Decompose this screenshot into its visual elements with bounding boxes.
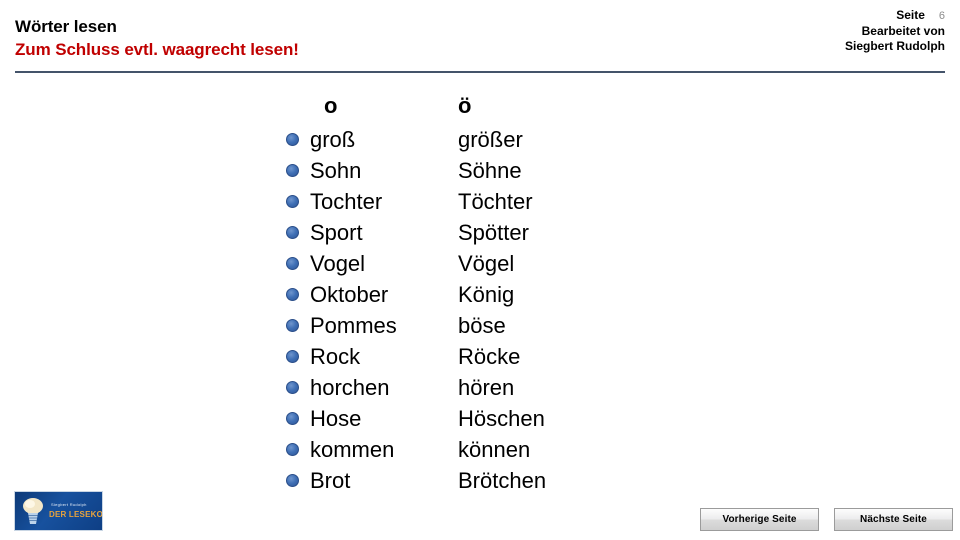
table-row: kommen können: [286, 434, 706, 465]
word-cell-right: Söhne: [452, 158, 652, 184]
page-header: Wörter lesen Zum Schluss evtl. waagrecht…: [0, 0, 960, 74]
word-right: Töchter: [458, 188, 533, 214]
word-left: Rock: [310, 343, 361, 369]
word-right: böse: [458, 312, 506, 338]
bullet-icon: [286, 443, 299, 456]
bullet-icon: [286, 164, 299, 177]
table-row: horchen hören: [286, 372, 706, 403]
word-right: Röcke: [458, 343, 521, 369]
word-right: hören: [458, 374, 515, 400]
word-cell-right: Spötter: [452, 220, 652, 246]
bullet-icon: [286, 226, 299, 239]
word-cell-right: hören: [452, 375, 652, 401]
word-left: Oktober: [310, 281, 389, 307]
word-right: Vögel: [458, 250, 515, 276]
word-cell-right: böse: [452, 313, 652, 339]
bullet-icon: [286, 319, 299, 332]
header-divider: [15, 71, 945, 73]
word-cell-left: Sohn: [286, 158, 452, 184]
bullet-icon: [286, 350, 299, 363]
word-table: o ö groß größer Sohn Söhne Tochter Töcht…: [286, 88, 706, 496]
word-cell-left: Rock: [286, 344, 452, 370]
word-cell-left: kommen: [286, 437, 452, 463]
word-left: Vogel: [310, 250, 366, 276]
page-title: Wörter lesen: [15, 17, 117, 36]
word-left: Hose: [310, 405, 362, 431]
word-left: horchen: [310, 374, 390, 400]
word-cell-left: Pommes: [286, 313, 452, 339]
word-cell-right: Röcke: [452, 344, 652, 370]
table-row: groß größer: [286, 124, 706, 155]
word-left: groß: [310, 126, 356, 152]
bullet-icon: [286, 133, 299, 146]
bullet-icon: [286, 381, 299, 394]
navigation-buttons: Vorherige Seite Nächste Seite: [700, 508, 953, 531]
lightbulb-icon: [23, 498, 43, 524]
word-cell-right: Brötchen: [452, 468, 652, 494]
word-cell-right: König: [452, 282, 652, 308]
page-label: Seite: [896, 8, 925, 22]
bullet-icon: [286, 195, 299, 208]
logo: Siegbert Rudolph DER LESEKOCH: [14, 491, 103, 531]
word-right: können: [458, 436, 531, 462]
word-cell-left: Hose: [286, 406, 452, 432]
bullet-icon: [286, 474, 299, 487]
word-left: Sport: [310, 219, 363, 245]
word-cell-left: horchen: [286, 375, 452, 401]
word-right: König: [458, 281, 515, 307]
word-left: Sohn: [310, 157, 362, 183]
column-header-o: o: [324, 93, 338, 118]
table-row: Oktober König: [286, 279, 706, 310]
table-row: Sport Spötter: [286, 217, 706, 248]
word-cell-left: Sport: [286, 220, 452, 246]
word-cell-right: größer: [452, 127, 652, 153]
table-row: Vogel Vögel: [286, 248, 706, 279]
word-right: Spötter: [458, 219, 529, 245]
word-right: größer: [458, 126, 523, 152]
logo-subtitle: Siegbert Rudolph: [51, 502, 87, 507]
word-cell-right: können: [452, 437, 652, 463]
page-subtitle: Zum Schluss evtl. waagrecht lesen!: [15, 40, 299, 59]
editor-name: Siegbert Rudolph: [845, 39, 945, 53]
word-right: Höschen: [458, 405, 545, 431]
word-cell-left: Vogel: [286, 251, 452, 277]
word-left: Brot: [310, 467, 351, 493]
table-row: Brot Brötchen: [286, 465, 706, 496]
header-meta-block: Seite 6 Bearbeitet von Siegbert Rudolph: [845, 8, 945, 54]
table-row: Hose Höschen: [286, 403, 706, 434]
previous-page-button[interactable]: Vorherige Seite: [700, 508, 819, 531]
table-row: Sohn Söhne: [286, 155, 706, 186]
column-header-row: o ö: [286, 88, 706, 124]
word-cell-right: Töchter: [452, 189, 652, 215]
table-row: Pommes böse: [286, 310, 706, 341]
bullet-icon: [286, 412, 299, 425]
word-left: kommen: [310, 436, 395, 462]
word-left: Tochter: [310, 188, 383, 214]
word-cell-left: groß: [286, 127, 452, 153]
word-cell-left: Brot: [286, 468, 452, 494]
column-header-oe: ö: [458, 93, 472, 118]
word-right: Brötchen: [458, 467, 547, 493]
next-page-button[interactable]: Nächste Seite: [834, 508, 953, 531]
word-cell-left: Oktober: [286, 282, 452, 308]
word-cell-right: Vögel: [452, 251, 652, 277]
page-number: 6: [938, 10, 945, 22]
bullet-icon: [286, 288, 299, 301]
table-row: Rock Röcke: [286, 341, 706, 372]
editor-prefix: Bearbeitet von: [861, 24, 945, 38]
word-left: Pommes: [310, 312, 397, 338]
table-row: Tochter Töchter: [286, 186, 706, 217]
word-cell-left: Tochter: [286, 189, 452, 215]
word-cell-right: Höschen: [452, 406, 652, 432]
title-block: Wörter lesen Zum Schluss evtl. waagrecht…: [15, 16, 299, 61]
bullet-icon: [286, 257, 299, 270]
word-right: Söhne: [458, 157, 522, 183]
page-indicator: Seite 6: [845, 8, 945, 24]
logo-title: DER LESEKOCH: [49, 510, 103, 519]
